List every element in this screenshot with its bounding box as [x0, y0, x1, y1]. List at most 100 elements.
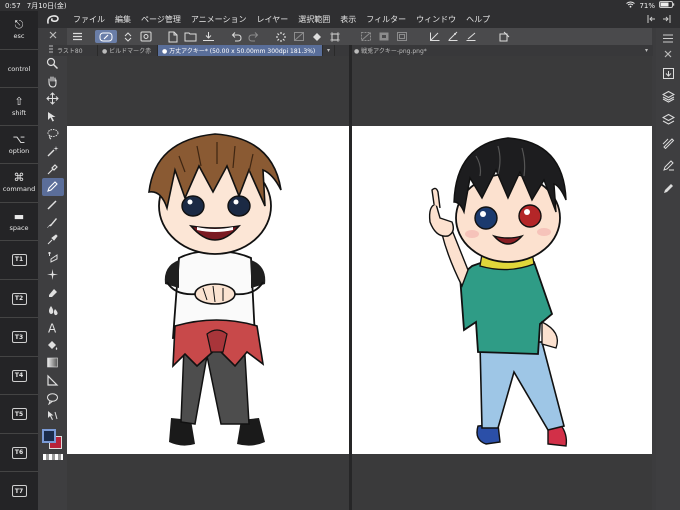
wifi-icon: [626, 1, 636, 10]
modifier-key-9[interactable]: T4: [0, 355, 38, 395]
canvas-left[interactable]: [67, 126, 349, 454]
layer-panel-icon[interactable]: [658, 85, 678, 108]
sub-tool-panel-icon[interactable]: [658, 177, 678, 200]
menu-item-8[interactable]: ウィンドウ: [411, 14, 461, 25]
battery-icon: [659, 1, 675, 10]
menu-item-7[interactable]: フィルター: [361, 14, 411, 25]
canvas-right[interactable]: [352, 126, 652, 454]
tool-property-icon[interactable]: [658, 154, 678, 177]
tab-0[interactable]: ラスト80: [53, 45, 98, 56]
blend-tool-icon[interactable]: [42, 301, 64, 319]
figure-tool-icon[interactable]: [42, 372, 64, 390]
pencil-tool-icon[interactable]: [42, 196, 64, 214]
ruler-icon[interactable]: [427, 30, 442, 43]
balloon-tool-icon[interactable]: [42, 389, 64, 407]
pen-tool-icon[interactable]: [41, 178, 64, 196]
snap-ruler-icon[interactable]: [445, 30, 460, 43]
modifier-key-12[interactable]: T7: [0, 471, 38, 510]
menu-item-4[interactable]: レイヤー: [252, 14, 294, 25]
clear-icon[interactable]: [291, 30, 306, 43]
menu-item-2[interactable]: ページ管理: [136, 14, 186, 25]
save-icon[interactable]: [201, 30, 216, 43]
menu-item-9[interactable]: ヘルプ: [461, 14, 495, 25]
up-down-icon[interactable]: [120, 30, 135, 43]
new-file-icon[interactable]: [165, 30, 180, 43]
panel-menu-icon[interactable]: [658, 30, 678, 46]
modifier-key-3[interactable]: ⌥ option: [0, 124, 38, 164]
tool-key-label: T4: [11, 369, 27, 382]
fill-tool-icon[interactable]: [42, 337, 64, 355]
invert-selection-icon[interactable]: [376, 30, 391, 43]
status-time: 0:57: [5, 1, 21, 10]
clip-studio-logo-icon[interactable]: [44, 13, 62, 27]
menu-items: ファイル 編集 ページ管理 アニメーション レイヤー 選択範囲 表示 フィルター ウィンドウ ヘル…: [68, 14, 495, 25]
canvas-pane-left[interactable]: [67, 56, 349, 510]
modifier-key-10[interactable]: T5: [0, 394, 38, 433]
fill-icon[interactable]: [309, 30, 324, 43]
main-color-swatch[interactable]: [41, 429, 56, 444]
decoration-tool-icon[interactable]: [42, 249, 64, 267]
tab-dropdown-icon-2[interactable]: ▾: [640, 45, 653, 56]
tool-key-label: T5: [11, 408, 27, 421]
tab-3[interactable]: ● 戦兎アクキー-png.png*: [350, 45, 650, 56]
edit-mode-button[interactable]: [95, 30, 117, 43]
tab-dropdown-icon[interactable]: ▾: [323, 45, 335, 56]
menu-item-1[interactable]: 編集: [110, 14, 136, 25]
command-bar: [67, 28, 652, 45]
menu-item-6[interactable]: 表示: [335, 14, 361, 25]
menu-collapse-icon[interactable]: [646, 14, 656, 26]
sparkle-tool-icon[interactable]: [42, 266, 64, 284]
modifier-key-5[interactable]: ▬ space: [0, 201, 38, 241]
deselect-icon[interactable]: [358, 30, 373, 43]
lasso-selection-tool-icon[interactable]: [42, 125, 64, 143]
zoom-tool-icon[interactable]: [42, 55, 64, 73]
menu-expand-icon[interactable]: [662, 14, 672, 26]
open-folder-icon[interactable]: [183, 30, 198, 43]
snap-special-ruler-icon[interactable]: [463, 30, 478, 43]
toolbox-toggle-icon[interactable]: [42, 28, 64, 42]
transparent-color-swatch[interactable]: [42, 454, 63, 461]
airbrush-tool-icon[interactable]: [42, 231, 64, 249]
tab-1[interactable]: ● ビルドマーク赤: [98, 45, 158, 56]
brush-tool-icon[interactable]: [42, 213, 64, 231]
operation-tool-icon[interactable]: [42, 108, 64, 126]
modifier-key-6[interactable]: T1: [0, 240, 38, 279]
auto-select-tool-icon[interactable]: [42, 143, 64, 161]
modifier-key-7[interactable]: T2: [0, 278, 38, 318]
loading-icon[interactable]: [273, 30, 288, 43]
material-panel-icon[interactable]: [658, 62, 678, 85]
modifier-key-1[interactable]: control: [0, 48, 38, 88]
modifier-key-symbol-icon: ⇧: [14, 94, 24, 108]
gradient-tool-icon[interactable]: [42, 354, 64, 372]
modifier-key-8[interactable]: T3: [0, 317, 38, 356]
expand-selection-icon[interactable]: [394, 30, 409, 43]
panel-collapse-icon[interactable]: [658, 46, 678, 62]
tab-2[interactable]: ● 万丈アクキー* (50.00 x 50.00mm 300dpi 181.3%…: [158, 45, 323, 56]
menu-item-5[interactable]: 選択範囲: [293, 14, 335, 25]
modifier-key-4[interactable]: ⌘ command: [0, 163, 38, 202]
layer-property-icon[interactable]: [658, 108, 678, 131]
tool-key-label: T3: [11, 331, 27, 344]
hand-tool-icon[interactable]: [42, 73, 64, 91]
modifier-key-label: option: [8, 146, 30, 155]
menu-item-0[interactable]: ファイル: [68, 14, 110, 25]
correct-line-tool-icon[interactable]: [42, 407, 64, 425]
undo-icon[interactable]: [228, 30, 243, 43]
display-settings-icon[interactable]: [138, 30, 153, 43]
status-date: 7月10日(金): [26, 1, 67, 10]
move-layer-tool-icon[interactable]: [42, 90, 64, 108]
canvas-pane-right[interactable]: [352, 56, 652, 510]
modifier-key-0[interactable]: ⎋ esc: [0, 11, 38, 49]
eraser-tool-icon[interactable]: [42, 284, 64, 302]
modifier-key-11[interactable]: T6: [0, 432, 38, 472]
redo-icon[interactable]: [246, 30, 261, 43]
modifier-key-2[interactable]: ⇧ shift: [0, 87, 38, 125]
menu-list-icon[interactable]: [70, 30, 85, 43]
brush-size-panel-icon[interactable]: [658, 131, 678, 154]
menu-item-3[interactable]: アニメーション: [186, 14, 252, 25]
color-swatches: [40, 428, 66, 452]
eyedropper-tool-icon[interactable]: [42, 161, 64, 179]
transform-icon[interactable]: [327, 30, 342, 43]
text-tool-icon[interactable]: A: [42, 319, 64, 337]
quick-access-icon[interactable]: [496, 30, 511, 43]
